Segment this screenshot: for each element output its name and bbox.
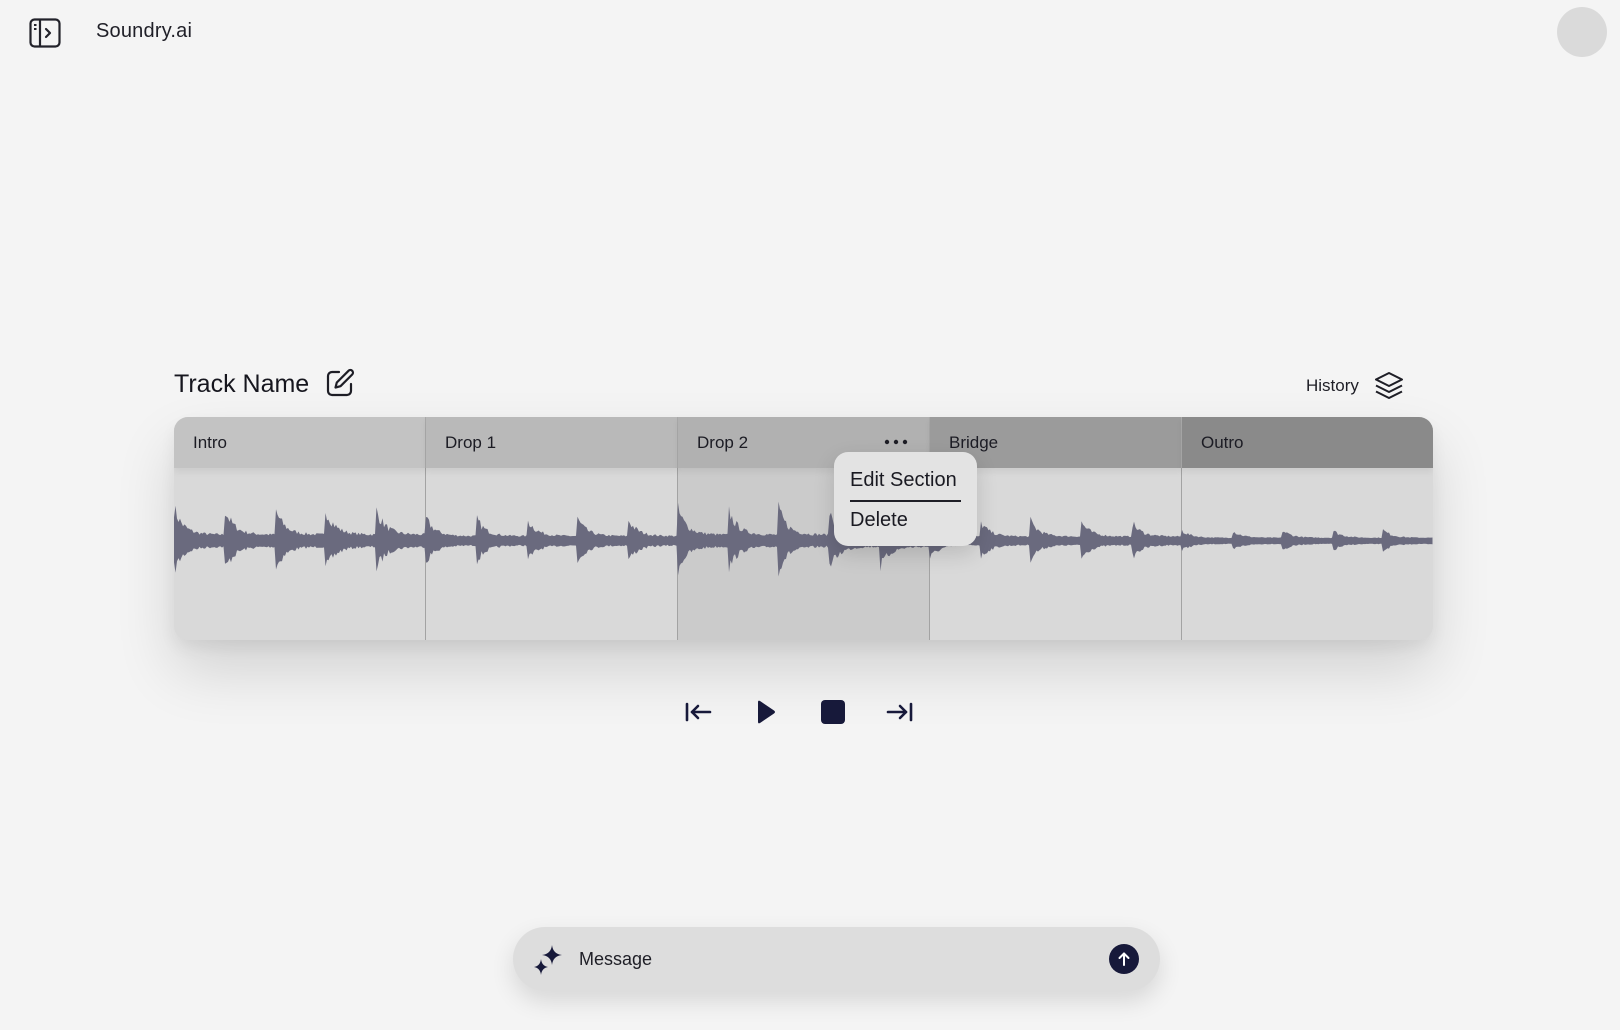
message-input[interactable] [579, 939, 1079, 979]
section-context-menu: Edit Section Delete [834, 452, 977, 546]
section-label: Drop 2 [697, 433, 749, 452]
layers-icon [1374, 372, 1403, 399]
arrow-up-icon [1118, 952, 1130, 966]
section-header-drop-1[interactable]: Drop 1 [426, 417, 678, 468]
waveform-path [174, 501, 1433, 577]
delete-section-menu-item[interactable]: Delete [850, 509, 908, 532]
section-label: Outro [1201, 433, 1244, 452]
track-name: Track Name [174, 370, 310, 398]
edit-track-name-button[interactable] [324, 367, 356, 399]
send-button[interactable] [1109, 944, 1139, 974]
waveform [174, 501, 1433, 577]
app-title: Soundry.ai [96, 20, 193, 42]
sparkle-icon [534, 945, 562, 975]
skip-to-start-button[interactable] [680, 694, 716, 730]
skip-to-start-icon [685, 702, 712, 722]
stop-button[interactable] [815, 694, 851, 730]
sidebar-toggle-button[interactable] [28, 17, 62, 49]
edit-section-menu-item[interactable]: Edit Section [850, 469, 957, 492]
top-bar: Soundry.ai [0, 0, 1620, 66]
sidebar-toggle-icon [29, 18, 61, 48]
skip-to-end-icon [886, 702, 913, 722]
avatar[interactable] [1557, 7, 1607, 57]
play-button[interactable] [747, 694, 783, 730]
history-label: History [1306, 376, 1359, 395]
track-timeline: Intro Drop 1 Drop 2 Bridge Outro [174, 417, 1433, 640]
stop-icon [821, 700, 845, 724]
transport-controls [680, 694, 920, 730]
skip-to-end-button[interactable] [882, 694, 918, 730]
section-label: Drop 1 [445, 433, 497, 452]
edit-icon [326, 368, 355, 397]
play-icon [758, 700, 775, 724]
more-horizontal-icon [884, 439, 908, 445]
section-header-outro[interactable]: Outro [1182, 417, 1433, 468]
message-composer [513, 927, 1160, 991]
menu-divider [850, 500, 961, 502]
section-label: Bridge [949, 433, 999, 452]
section-label: Intro [193, 433, 228, 452]
history-button[interactable]: History [1306, 369, 1410, 403]
section-header-intro[interactable]: Intro [174, 417, 426, 468]
